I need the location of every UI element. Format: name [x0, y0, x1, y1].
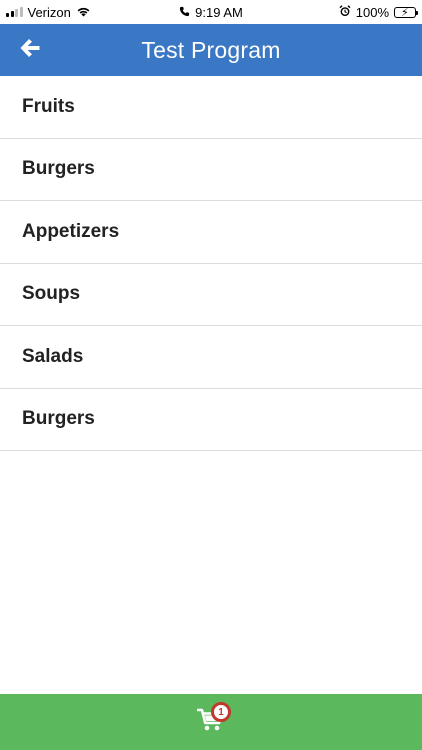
category-item-burgers[interactable]: Burgers [0, 139, 422, 201]
clock-label: 9:19 AM [195, 4, 243, 20]
category-label: Appetizers [22, 220, 120, 242]
status-left: Verizon [6, 5, 91, 20]
carrier-label: Verizon [27, 4, 71, 20]
wifi-icon [76, 5, 91, 20]
app-header: Test Program [0, 24, 422, 76]
battery-icon: ⚡ [394, 6, 418, 19]
arrow-left-icon [19, 38, 41, 63]
category-item-soups[interactable]: Soups [0, 264, 422, 326]
status-bar: Verizon 9:19 AM 100% ⚡ [0, 0, 422, 24]
category-item-fruits[interactable]: Fruits [0, 76, 422, 139]
app-screen: Verizon 9:19 AM 100% ⚡ Test Program Frui… [0, 0, 422, 750]
alarm-icon [339, 4, 351, 20]
category-item-burgers-2[interactable]: Burgers [0, 389, 422, 451]
signal-icon [6, 7, 23, 17]
category-item-appetizers[interactable]: Appetizers [0, 201, 422, 264]
category-label: Soups [22, 283, 81, 305]
cart-button[interactable]: 1 [191, 702, 231, 742]
category-item-salads[interactable]: Salads [0, 326, 422, 389]
battery-percent: 100% [355, 4, 389, 20]
page-title: Test Program [141, 36, 281, 63]
category-label: Fruits [22, 95, 75, 117]
phone-icon [179, 5, 190, 20]
footer-bar: 1 [0, 694, 422, 750]
category-label: Burgers [22, 408, 95, 430]
category-list: Fruits Burgers Appetizers Soups Salads B… [0, 76, 422, 451]
back-button[interactable] [14, 34, 46, 66]
cart-count-badge: 1 [211, 702, 231, 722]
status-right: 100% ⚡ [339, 4, 418, 20]
category-label: Burgers [22, 158, 95, 180]
category-label: Salads [22, 345, 84, 367]
